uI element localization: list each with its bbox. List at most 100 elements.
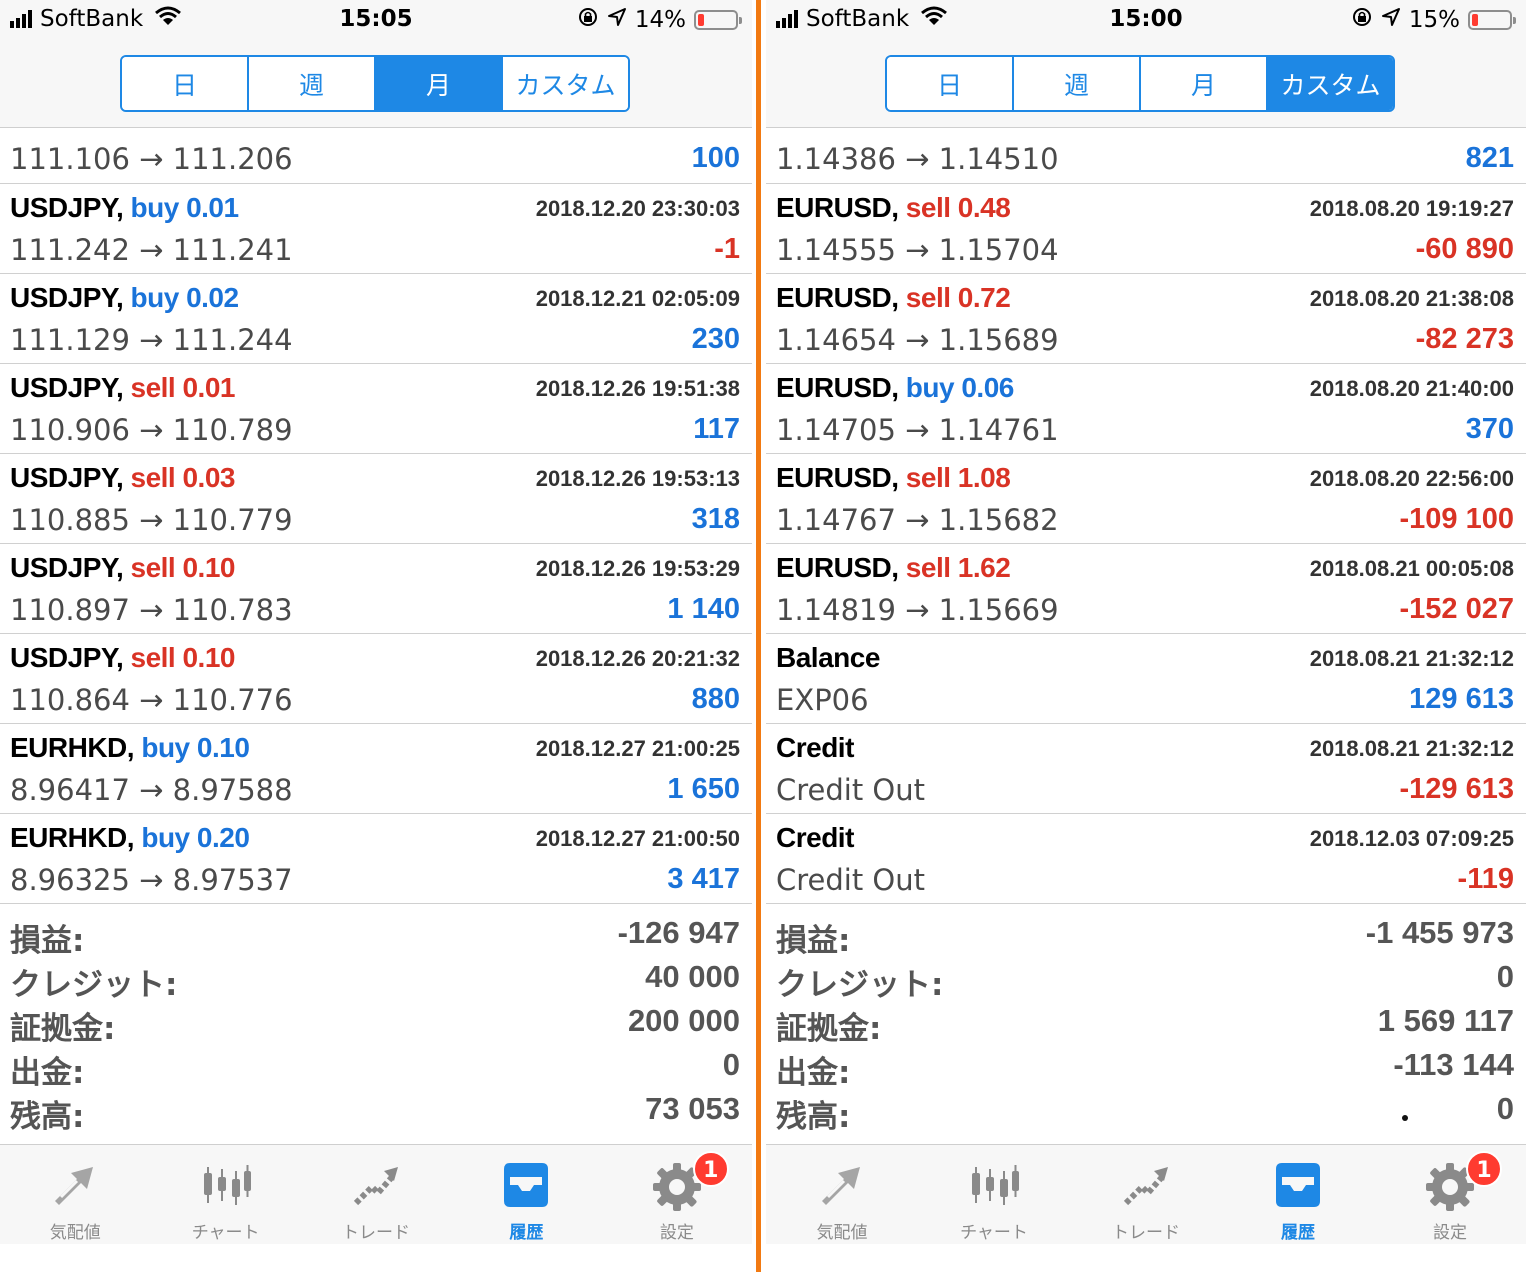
symbol-label: EURUSD,: [776, 462, 899, 493]
price-range: 110.885 → 110.779: [10, 503, 293, 537]
dot-mark: [1402, 1115, 1408, 1121]
list-item[interactable]: EURHKD, buy 0.20 2018.12.27 21:00:50 8.963…: [0, 814, 752, 904]
symbol-label: EURHKD,: [10, 732, 135, 763]
tabbar-label: チャート: [191, 1223, 260, 1243]
deal-time: 2018.12.26 19:51:38: [535, 376, 740, 401]
volume-label: 0.48: [957, 192, 1011, 223]
period-tab-month[interactable]: 月: [1141, 57, 1268, 110]
summary-profit-row: 損益: -126 947: [0, 913, 752, 959]
list-item[interactable]: USDJPY, buy 0.02 2018.12.21 02:05:09 111.1…: [0, 274, 752, 364]
tabbar-item-trade[interactable]: トレード: [301, 1145, 451, 1244]
deal-title: Credit: [776, 732, 854, 764]
symbol-label: EURUSD,: [776, 552, 899, 583]
summary-label: 証拠金:: [10, 1011, 116, 1047]
summary-value: -126 947: [617, 915, 740, 950]
summary-value: 0: [1496, 1091, 1514, 1126]
summary-value: 1 569 117: [1377, 1003, 1514, 1038]
list-item[interactable]: EURUSD, sell 1.08 2018.08.20 22:56:00 1.14…: [766, 454, 1526, 544]
list-item[interactable]: EURUSD, sell 0.72 2018.08.20 21:38:08 1.14…: [766, 274, 1526, 364]
bottom-tab-bar: 気配値 チャート トレード 履歴 設定 1: [766, 1144, 1526, 1244]
tabbar-label: チャート: [960, 1223, 1028, 1243]
tabbar-item-chart[interactable]: チャート: [918, 1145, 1070, 1244]
period-tab-custom[interactable]: カスタム: [1268, 57, 1393, 110]
list-item[interactable]: EURUSD, buy 0.06 2018.08.20 21:40:00 1.147…: [766, 364, 1526, 454]
volume-label: 0.10: [196, 732, 250, 763]
summary-deposit-row: 証拠金: 200 000: [0, 1001, 752, 1047]
list-item[interactable]: USDJPY, sell 0.03 2018.12.26 19:53:13 110.…: [0, 454, 752, 544]
list-item[interactable]: USDJPY, sell 0.01 2018.12.26 19:51:38 110.…: [0, 364, 752, 454]
price-range: 110.906 → 110.789: [10, 413, 293, 447]
profit-value: 1 140: [667, 593, 740, 625]
volume-label: 0.72: [957, 282, 1011, 313]
tabbar-item-history[interactable]: 履歴: [451, 1145, 601, 1244]
price-range: Credit Out: [776, 863, 926, 897]
period-segmented-control: 日週月カスタム: [885, 55, 1395, 112]
list-item[interactable]: USDJPY, sell 0.10 2018.12.26 20:21:32 110.…: [0, 634, 752, 724]
tabbar-item-trade[interactable]: トレード: [1070, 1145, 1222, 1244]
list-item[interactable]: USDJPY, sell 0.10 2018.12.26 19:53:29 110.…: [0, 544, 752, 634]
symbol-label: EURUSD,: [776, 192, 899, 223]
orientation-lock-icon: [1351, 6, 1373, 34]
tabbar-item-settings[interactable]: 設定 1: [602, 1145, 752, 1244]
period-tab-week[interactable]: 週: [249, 57, 376, 110]
battery-icon: [694, 10, 742, 30]
tabbar-item-chart[interactable]: チャート: [150, 1145, 300, 1244]
symbol-label: USDJPY,: [10, 372, 124, 403]
list-item[interactable]: Credit 2018.08.21 21:32:12 Credit Out -129 …: [766, 724, 1526, 814]
deal-time: 2018.08.20 21:38:08: [1309, 286, 1514, 311]
volume-label: 0.01: [182, 372, 235, 403]
period-segmented-control: 日週月カスタム: [120, 55, 630, 112]
quotes-icon: [47, 1157, 103, 1213]
tabbar-label: 設定: [1433, 1223, 1467, 1243]
volume-label: 0.10: [182, 552, 235, 583]
side-label: sell: [905, 282, 951, 313]
side-label: sell: [905, 552, 951, 583]
deal-time: 2018.12.20 23:30:03: [535, 196, 740, 221]
symbol-label: USDJPY,: [10, 192, 124, 223]
summary-label: クレジット:: [10, 967, 178, 1003]
deal-time: 2018.12.26 20:21:32: [535, 646, 740, 671]
period-tab-custom[interactable]: カスタム: [503, 57, 628, 110]
list-item[interactable]: Balance 2018.08.21 21:32:12 EXP06 129 613: [766, 634, 1526, 724]
profit-value: 3 417: [667, 863, 740, 895]
price-range: EXP06: [776, 683, 869, 717]
left-screen: SoftBank 15:05 14% 日週月カスタム 111.106 → 111.206…: [0, 0, 752, 1272]
summary-label: 出金:: [10, 1055, 85, 1091]
side-label: sell: [130, 372, 176, 403]
list-item[interactable]: Credit 2018.12.03 07:09:25 Credit Out -119: [766, 814, 1526, 904]
deal-title: Balance: [776, 642, 880, 674]
tabbar-item-settings[interactable]: 設定 1: [1374, 1145, 1526, 1244]
list-item[interactable]: EURUSD, sell 0.48 2018.08.20 19:19:27 1.14…: [766, 184, 1526, 274]
summary-label: 出金:: [776, 1055, 851, 1091]
period-tab-day[interactable]: 日: [887, 57, 1014, 110]
list-item[interactable]: EURUSD, sell 1.62 2018.08.21 00:05:08 1.14…: [766, 544, 1526, 634]
symbol-label: EURHKD,: [10, 822, 135, 853]
volume-label: 0.01: [186, 192, 239, 223]
volume-label: 0.03: [182, 462, 235, 493]
status-bar: SoftBank 15:00 15%: [766, 0, 1526, 42]
list-item[interactable]: 1.14386 → 1.14510 821: [766, 129, 1526, 184]
profit-value: -82 273: [1415, 323, 1514, 355]
list-item[interactable]: EURHKD, buy 0.10 2018.12.27 21:00:25 8.964…: [0, 724, 752, 814]
account-summary: 損益: -126 947 クレジット: 40 000 証拠金: 200 000 出金: 0 残高…: [0, 913, 752, 1135]
symbol-label: USDJPY,: [10, 282, 124, 313]
tabbar-item-quotes[interactable]: 気配値: [0, 1145, 150, 1244]
summary-label: 損益:: [776, 923, 851, 959]
period-tab-week[interactable]: 週: [1014, 57, 1141, 110]
symbol-label: USDJPY,: [10, 642, 124, 673]
side-label: buy: [130, 282, 180, 313]
deal-time: 2018.08.21 00:05:08: [1309, 556, 1514, 581]
period-tab-month[interactable]: 月: [376, 57, 503, 110]
list-item[interactable]: 111.106 → 111.206 100: [0, 129, 752, 184]
tabbar-item-history[interactable]: 履歴: [1222, 1145, 1374, 1244]
summary-profit-row: 損益: -1 455 973: [766, 913, 1526, 959]
period-tab-day[interactable]: 日: [122, 57, 249, 110]
location-icon: [1381, 7, 1401, 33]
symbol-label: USDJPY,: [10, 552, 124, 583]
deal-title: USDJPY, sell 0.10: [10, 642, 235, 674]
bottom-tab-bar: 気配値 チャート トレード 履歴 設定 1: [0, 1144, 752, 1244]
volume-label: 0.06: [961, 372, 1014, 403]
tabbar-item-quotes[interactable]: 気配値: [766, 1145, 918, 1244]
trade-icon: [1118, 1157, 1174, 1213]
list-item[interactable]: USDJPY, buy 0.01 2018.12.20 23:30:03 111.2…: [0, 184, 752, 274]
